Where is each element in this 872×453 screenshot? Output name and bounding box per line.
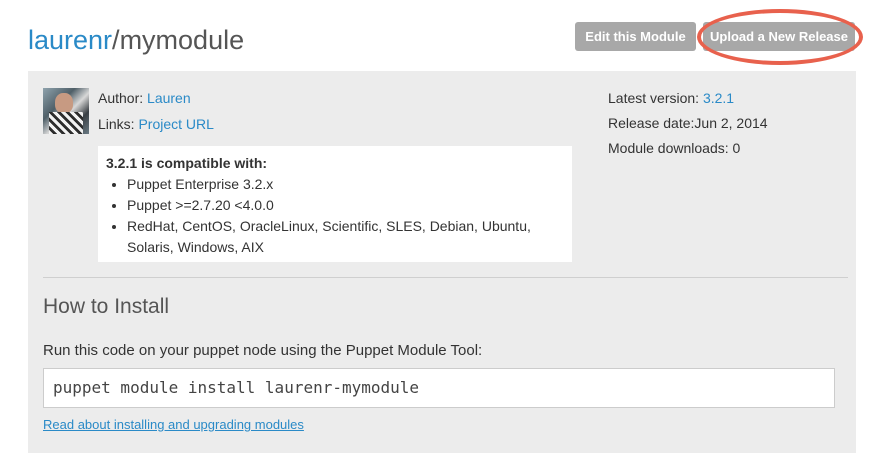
author-label: Author: bbox=[98, 90, 144, 106]
downloads-label: Module downloads: bbox=[608, 140, 729, 156]
compatibility-item: Puppet Enterprise 3.2.x bbox=[127, 174, 564, 195]
title-separator: / bbox=[112, 25, 120, 55]
compatibility-item: RedHat, CentOS, OracleLinux, Scientific,… bbox=[127, 216, 564, 258]
author-line: Author: Lauren bbox=[98, 89, 191, 107]
section-divider bbox=[43, 277, 848, 278]
release-date-line: Release date:Jun 2, 2014 bbox=[608, 114, 768, 132]
module-name: mymodule bbox=[119, 25, 245, 55]
install-command-field[interactable]: puppet module install laurenr-mymodule bbox=[43, 368, 835, 408]
upload-new-release-button[interactable]: Upload a New Release bbox=[703, 22, 855, 51]
latest-version-label: Latest version: bbox=[608, 90, 700, 106]
project-url-link[interactable]: Project URL bbox=[138, 116, 213, 132]
release-date-label: Release date: bbox=[608, 115, 695, 131]
compatibility-list: Puppet Enterprise 3.2.x Puppet >=2.7.20 … bbox=[106, 174, 564, 258]
downloads-value: 0 bbox=[732, 140, 741, 156]
avatar[interactable] bbox=[43, 88, 89, 134]
compatibility-box: 3.2.1 is compatible with: Puppet Enterpr… bbox=[98, 146, 572, 262]
links-label: Links: bbox=[98, 116, 135, 132]
links-line: Links: Project URL bbox=[98, 115, 214, 133]
page-title: laurenr/mymodule bbox=[28, 22, 244, 58]
author-link[interactable]: Lauren bbox=[147, 90, 191, 106]
install-description: Run this code on your puppet node using … bbox=[43, 342, 483, 359]
latest-version-line: Latest version: 3.2.1 bbox=[608, 89, 734, 107]
avatar-face bbox=[55, 93, 73, 113]
downloads-line: Module downloads: 0 bbox=[608, 139, 740, 157]
avatar-shirt bbox=[49, 112, 83, 134]
release-date-value: Jun 2, 2014 bbox=[694, 115, 768, 131]
compatibility-heading: 3.2.1 is compatible with: bbox=[106, 155, 268, 171]
latest-version-link[interactable]: 3.2.1 bbox=[703, 90, 734, 106]
compatibility-item: Puppet >=2.7.20 <4.0.0 bbox=[127, 195, 564, 216]
how-to-install-heading: How to Install bbox=[43, 295, 170, 318]
module-panel: Author: Lauren Links: Project URL Latest… bbox=[28, 71, 856, 453]
edit-module-button[interactable]: Edit this Module bbox=[575, 22, 696, 51]
owner-link[interactable]: laurenr bbox=[28, 25, 112, 55]
read-install-docs-link[interactable]: Read about installing and upgrading modu… bbox=[43, 416, 304, 434]
